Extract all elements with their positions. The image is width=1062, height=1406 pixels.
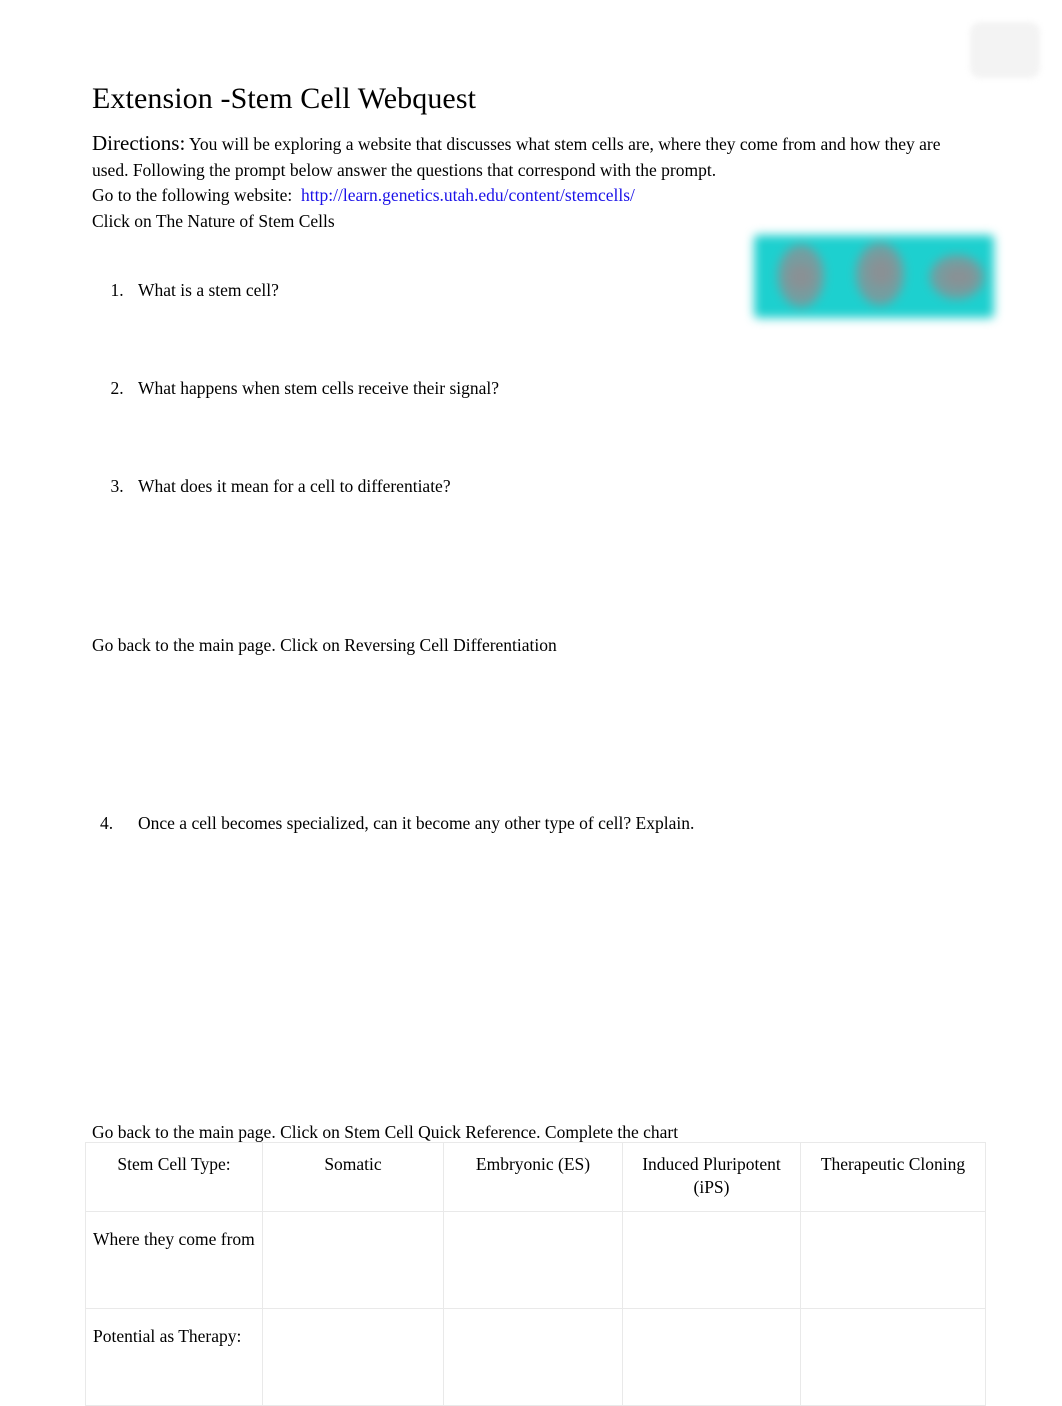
answer-cell[interactable] bbox=[622, 1308, 801, 1406]
question-item: What is a stem cell? bbox=[128, 278, 499, 303]
row-label-origin: Where they come from bbox=[85, 1211, 263, 1309]
directions-label: Directions: bbox=[92, 131, 186, 155]
directions-body: You will be exploring a website that dis… bbox=[92, 134, 941, 180]
answer-cell[interactable] bbox=[622, 1211, 801, 1309]
answer-cell[interactable] bbox=[262, 1308, 444, 1406]
directions-block: Directions: You will be exploring a webs… bbox=[92, 131, 964, 234]
stem-cell-photo bbox=[748, 227, 1000, 327]
table-row: Potential as Therapy: bbox=[85, 1308, 986, 1406]
questions-list-top: What is a stem cell? What happens when s… bbox=[92, 278, 499, 572]
answer-cell[interactable] bbox=[800, 1308, 986, 1406]
table-row: Where they come from bbox=[85, 1211, 986, 1309]
document-page: Extension -Stem Cell Webquest Directions… bbox=[0, 0, 1062, 1406]
paragraph-quick-reference: Go back to the main page. Click on Stem … bbox=[92, 1121, 679, 1142]
cell-nucleus-2 bbox=[868, 257, 894, 287]
answer-cell[interactable] bbox=[262, 1211, 444, 1309]
column-header-type: Stem Cell Type: bbox=[85, 1142, 263, 1212]
question-item: What does it mean for a cell to differen… bbox=[128, 474, 499, 499]
questions-list-four: Once a cell becomes specialized, can it … bbox=[92, 811, 694, 836]
question-item: Once a cell becomes specialized, can it … bbox=[100, 811, 695, 836]
stemcells-website-link[interactable]: http://learn.genetics.utah.edu/content/s… bbox=[301, 185, 635, 205]
column-header-embryonic: Embryonic (ES) bbox=[443, 1142, 623, 1212]
row-label-therapy-potential: Potential as Therapy: bbox=[85, 1308, 263, 1406]
paragraph-reversing-differentiation: Go back to the main page. Click on Rever… bbox=[92, 634, 557, 655]
answer-cell[interactable] bbox=[443, 1308, 623, 1406]
cell-nucleus-1 bbox=[788, 263, 814, 291]
column-header-somatic: Somatic bbox=[262, 1142, 444, 1212]
website-line: Go to the following website: http://lear… bbox=[92, 183, 964, 209]
page-title: Extension -Stem Cell Webquest bbox=[92, 82, 477, 116]
answer-cell[interactable] bbox=[443, 1211, 623, 1309]
column-header-therapeutic-cloning: Therapeutic Cloning bbox=[800, 1142, 986, 1212]
stem-cell-chart: Stem Cell Type: Somatic Embryonic (ES) I… bbox=[85, 1142, 986, 1406]
table-header-row: Stem Cell Type: Somatic Embryonic (ES) I… bbox=[85, 1142, 986, 1212]
image-placeholder-icon bbox=[970, 22, 1040, 78]
cell-nucleus-3 bbox=[944, 267, 974, 287]
directions-paragraph: Directions: You will be exploring a webs… bbox=[92, 131, 964, 183]
answer-cell[interactable] bbox=[800, 1211, 986, 1309]
website-prompt: Go to the following website: bbox=[92, 185, 293, 205]
question-item: What happens when stem cells receive the… bbox=[128, 376, 499, 401]
column-header-ips: Induced Pluripotent (iPS) bbox=[622, 1142, 801, 1212]
